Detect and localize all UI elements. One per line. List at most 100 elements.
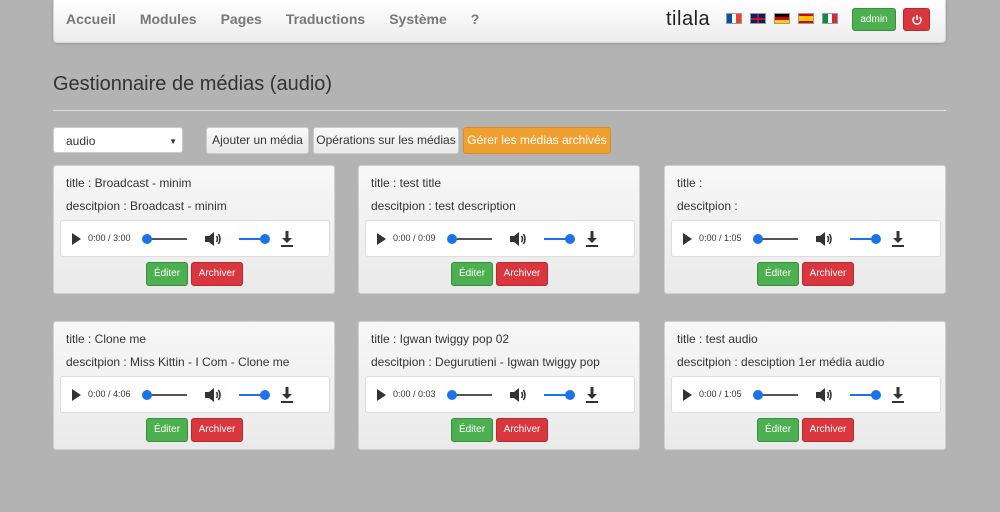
volume-knob[interactable]	[565, 234, 575, 244]
media-description: descitpion : Degurutieni - Igwan twiggy …	[371, 355, 600, 369]
volume-knob[interactable]	[260, 234, 270, 244]
media-operations-button[interactable]: Opérations sur les médias	[313, 127, 459, 154]
media-card: title : descitpion : 0:00 / 1:05 Éditer …	[664, 165, 946, 294]
add-media-button[interactable]: Ajouter un média	[206, 127, 309, 154]
volume-slider[interactable]	[850, 234, 881, 244]
flag-fr-icon[interactable]	[726, 13, 742, 24]
audio-progress-slider[interactable]	[142, 234, 187, 244]
play-icon[interactable]	[72, 233, 81, 245]
flag-uk-icon[interactable]	[750, 13, 766, 24]
media-card: title : test audio descitpion : descipti…	[664, 321, 946, 450]
play-icon[interactable]	[72, 389, 81, 401]
media-title: title :	[677, 176, 703, 190]
download-icon[interactable]	[279, 386, 295, 404]
flag-de-icon[interactable]	[774, 13, 790, 24]
media-title: title : Clone me	[66, 332, 147, 346]
nav-menu: Accueil Modules Pages Traductions Systèm…	[66, 0, 503, 38]
media-description: descitpion :	[677, 199, 738, 213]
download-icon[interactable]	[890, 230, 906, 248]
volume-icon[interactable]	[815, 387, 833, 403]
volume-knob[interactable]	[871, 234, 881, 244]
volume-icon[interactable]	[204, 231, 222, 247]
edit-button[interactable]: Éditer	[757, 262, 799, 286]
volume-icon[interactable]	[509, 387, 527, 403]
audio-player: 0:00 / 1:05	[671, 376, 941, 413]
download-icon[interactable]	[890, 386, 906, 404]
download-icon[interactable]	[279, 230, 295, 248]
download-icon[interactable]	[584, 386, 600, 404]
archive-button[interactable]: Archiver	[802, 418, 854, 442]
nav-item-accueil[interactable]: Accueil	[66, 11, 116, 27]
play-icon[interactable]	[683, 233, 692, 245]
audio-time: 0:00 / 0:09	[393, 233, 436, 243]
audio-progress-slider[interactable]	[753, 234, 798, 244]
archive-button[interactable]: Archiver	[496, 418, 548, 442]
edit-button[interactable]: Éditer	[451, 418, 493, 442]
chevron-down-icon: ▼	[169, 137, 177, 146]
nav-item-modules[interactable]: Modules	[140, 11, 197, 27]
edit-button[interactable]: Éditer	[146, 262, 188, 286]
edit-button[interactable]: Éditer	[757, 418, 799, 442]
nav-item-pages[interactable]: Pages	[221, 11, 262, 27]
audio-time: 0:00 / 3:00	[88, 233, 131, 243]
media-description: descitpion : desciption 1er média audio	[677, 355, 885, 369]
volume-icon[interactable]	[815, 231, 833, 247]
flag-es-icon[interactable]	[798, 13, 814, 24]
media-title: title : Igwan twiggy pop 02	[371, 332, 510, 346]
volume-slider[interactable]	[544, 390, 575, 400]
audio-time: 0:00 / 1:05	[699, 389, 742, 399]
play-icon[interactable]	[377, 233, 386, 245]
audio-progress-slider[interactable]	[753, 390, 798, 400]
volume-icon[interactable]	[509, 231, 527, 247]
audio-progress-knob[interactable]	[753, 390, 763, 400]
media-description: descitpion : Broadcast - minim	[66, 199, 227, 213]
media-type-select[interactable]: audio ▼	[53, 127, 183, 153]
media-title: title : test title	[371, 176, 442, 190]
audio-progress-knob[interactable]	[142, 234, 152, 244]
volume-slider[interactable]	[239, 234, 270, 244]
nav-item-traductions[interactable]: Traductions	[286, 11, 365, 27]
archive-button[interactable]: Archiver	[191, 418, 243, 442]
volume-icon[interactable]	[204, 387, 222, 403]
archive-button[interactable]: Archiver	[191, 262, 243, 286]
media-description: descitpion : Miss Kittin - I Com - Clone…	[66, 355, 290, 369]
brand-logo: tilala	[666, 8, 711, 30]
media-card: title : Broadcast - minim descitpion : B…	[53, 165, 335, 294]
volume-slider[interactable]	[850, 390, 881, 400]
play-icon[interactable]	[683, 389, 692, 401]
header-divider	[53, 110, 946, 111]
archive-button[interactable]: Archiver	[802, 262, 854, 286]
audio-player: 0:00 / 3:00	[60, 220, 330, 257]
audio-progress-knob[interactable]	[447, 390, 457, 400]
audio-player: 0:00 / 0:03	[365, 376, 635, 413]
edit-button[interactable]: Éditer	[451, 262, 493, 286]
audio-time: 0:00 / 4:06	[88, 389, 131, 399]
volume-knob[interactable]	[871, 390, 881, 400]
power-icon	[911, 14, 922, 25]
nav-item-systeme[interactable]: Système	[389, 11, 447, 27]
flag-it-icon[interactable]	[822, 13, 838, 24]
nav-item-help[interactable]: ?	[471, 11, 480, 27]
audio-progress-slider[interactable]	[447, 390, 492, 400]
audio-progress-knob[interactable]	[142, 390, 152, 400]
audio-progress-slider[interactable]	[447, 234, 492, 244]
media-type-select-value: audio	[66, 134, 96, 148]
audio-progress-knob[interactable]	[447, 234, 457, 244]
play-icon[interactable]	[377, 389, 386, 401]
audio-player: 0:00 / 1:05	[671, 220, 941, 257]
audio-progress-knob[interactable]	[753, 234, 763, 244]
audio-time: 0:00 / 1:05	[699, 233, 742, 243]
volume-slider[interactable]	[544, 234, 575, 244]
logout-button[interactable]	[903, 8, 930, 31]
volume-knob[interactable]	[260, 390, 270, 400]
audio-progress-slider[interactable]	[142, 390, 187, 400]
top-navbar: Accueil Modules Pages Traductions Systèm…	[53, 0, 946, 43]
download-icon[interactable]	[584, 230, 600, 248]
archived-media-button[interactable]: Gérer les médias archivés	[463, 127, 611, 154]
archive-button[interactable]: Archiver	[496, 262, 548, 286]
edit-button[interactable]: Éditer	[146, 418, 188, 442]
admin-button[interactable]: admin	[852, 8, 896, 31]
volume-knob[interactable]	[565, 390, 575, 400]
volume-slider[interactable]	[239, 390, 270, 400]
media-card: title : Igwan twiggy pop 02 descitpion :…	[358, 321, 640, 450]
